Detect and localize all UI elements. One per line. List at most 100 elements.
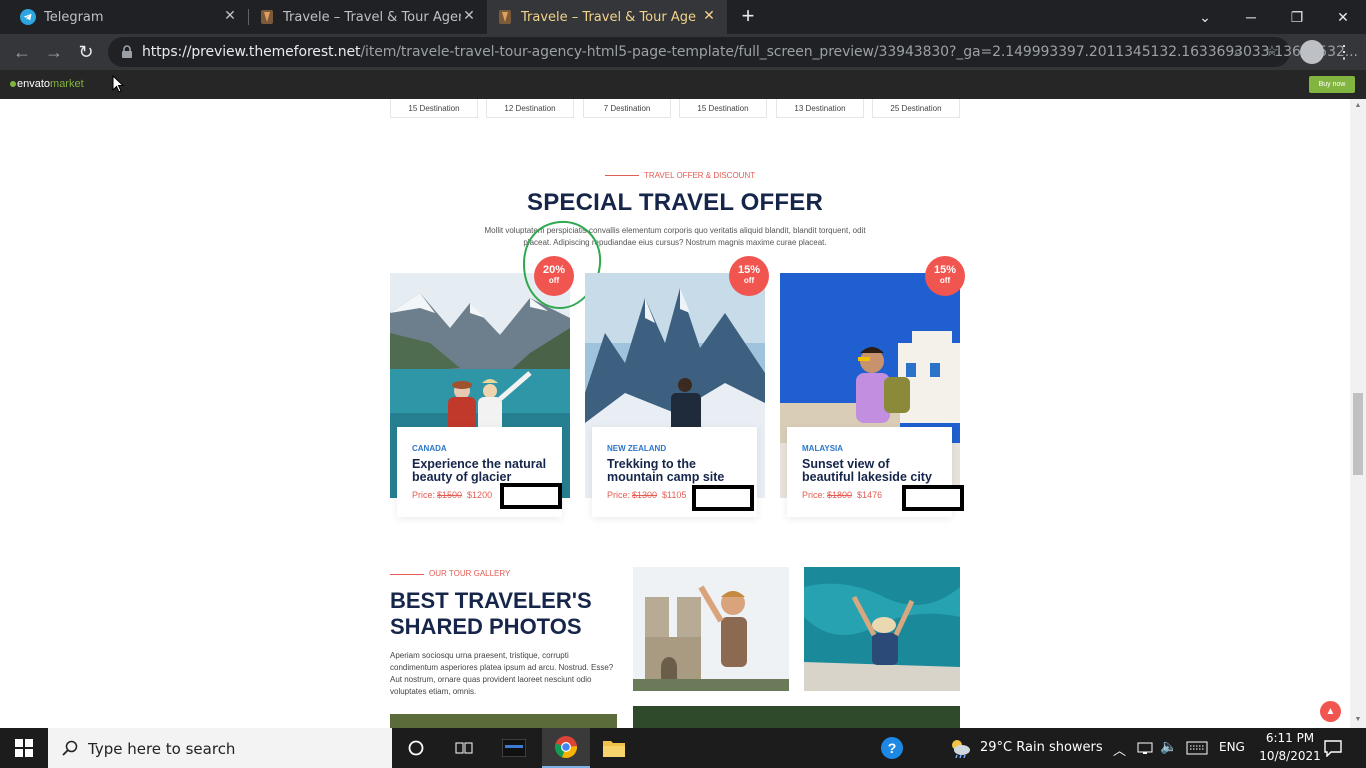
minimize-button[interactable]: ─ bbox=[1228, 0, 1274, 34]
new-price: $1105 bbox=[662, 490, 687, 500]
help-icon[interactable]: ? bbox=[868, 728, 916, 768]
keyboard-icon[interactable] bbox=[1186, 741, 1208, 755]
gallery-photo-notre-dame[interactable] bbox=[633, 567, 789, 691]
tab-telegram[interactable]: Telegram ✕ bbox=[0, 0, 248, 34]
weather-text[interactable]: 29°C Rain showers bbox=[980, 740, 1103, 755]
tab-title: Travele – Travel & Tour Agency H bbox=[283, 9, 461, 25]
tab-title: Telegram bbox=[44, 9, 104, 25]
gallery-description: Aperiam sociosqu urna praesent, tristiqu… bbox=[390, 651, 614, 696]
windows-taskbar: Type here to search ? 29°C Rain showers … bbox=[0, 728, 1366, 768]
close-icon[interactable]: ✕ bbox=[222, 8, 238, 24]
start-button[interactable] bbox=[0, 728, 48, 768]
new-tab-button[interactable]: + bbox=[736, 5, 760, 28]
svg-text:?: ? bbox=[888, 740, 897, 756]
notre-dame-photo bbox=[633, 567, 789, 691]
scroll-down-icon[interactable]: ▼ bbox=[1353, 715, 1363, 725]
gallery-photo-forest[interactable] bbox=[390, 714, 617, 728]
network-icon[interactable] bbox=[1137, 741, 1153, 755]
weather-icon[interactable] bbox=[948, 738, 972, 758]
destination-box[interactable]: 7 Destination bbox=[583, 99, 671, 118]
tab-travele-1[interactable]: Travele – Travel & Tour Agency H ✕ bbox=[249, 0, 487, 34]
close-icon[interactable]: ✕ bbox=[461, 8, 477, 24]
search-icon bbox=[62, 740, 78, 756]
envato-logo[interactable]: envatomarket bbox=[10, 78, 84, 90]
price-label: Price: bbox=[607, 490, 631, 500]
discount-badge: 15% off bbox=[925, 256, 965, 296]
card-title[interactable]: Trekking to the mountain camp site bbox=[607, 458, 742, 484]
eyebrow-line bbox=[605, 175, 639, 176]
page-scrollbar[interactable]: ▲ ▼ bbox=[1350, 99, 1366, 728]
clock-date[interactable]: 10/8/2021 bbox=[1256, 749, 1324, 763]
gallery-photo-coast[interactable] bbox=[804, 567, 960, 691]
mouse-cursor-icon bbox=[112, 75, 124, 93]
card-title[interactable]: Sunset view of beautiful lakeside city bbox=[802, 458, 937, 484]
destination-box[interactable]: 13 Destination bbox=[776, 99, 864, 118]
forward-icon[interactable]: → bbox=[42, 40, 66, 64]
badge-percent: 15% bbox=[933, 264, 957, 276]
offer-eyebrow: TRAVEL OFFER & DISCOUNT bbox=[644, 171, 756, 180]
restore-button[interactable]: ❐ bbox=[1274, 0, 1320, 34]
redaction-box bbox=[500, 483, 562, 509]
envato-logo-text: envato bbox=[17, 78, 51, 90]
card-country: MALAYSIA bbox=[802, 444, 844, 453]
clock-time[interactable]: 6:11 PM bbox=[1261, 731, 1319, 745]
taskbar-search-box[interactable]: Type here to search bbox=[48, 728, 392, 768]
tab-search-icon[interactable]: ⌄ bbox=[1182, 0, 1228, 34]
card-country: NEW ZEALAND bbox=[607, 444, 667, 453]
notification-icon[interactable] bbox=[1324, 739, 1342, 757]
old-price: $1500 bbox=[437, 490, 463, 500]
card-country: CANADA bbox=[412, 444, 447, 453]
task-view-icon[interactable] bbox=[440, 728, 488, 768]
envato-market-text: market bbox=[50, 78, 84, 90]
windows-logo-icon bbox=[15, 739, 33, 757]
destination-box[interactable]: 15 Destination bbox=[390, 99, 478, 118]
badge-percent: 15% bbox=[737, 264, 761, 276]
redaction-box bbox=[692, 485, 754, 511]
back-icon[interactable]: ← bbox=[10, 40, 34, 64]
search-placeholder: Type here to search bbox=[88, 740, 236, 758]
close-window-button[interactable]: ✕ bbox=[1320, 0, 1366, 34]
tab-title: Travele – Travel & Tour Agency H bbox=[521, 9, 697, 25]
volume-icon[interactable]: 🔈 bbox=[1160, 739, 1177, 755]
web-page: 15 Destination 12 Destination 7 Destinat… bbox=[0, 99, 1350, 728]
coast-photo bbox=[804, 567, 960, 691]
zoom-icon[interactable]: ⌕ bbox=[1230, 44, 1246, 60]
discount-badge: 15% off bbox=[729, 256, 769, 296]
destination-box[interactable]: 15 Destination bbox=[679, 99, 767, 118]
travele-favicon-icon bbox=[499, 10, 511, 24]
gallery-photo-trees[interactable] bbox=[633, 706, 960, 728]
scroll-thumb[interactable] bbox=[1353, 393, 1363, 475]
profile-avatar[interactable] bbox=[1300, 40, 1324, 64]
new-price: $1476 bbox=[857, 490, 883, 500]
lock-icon bbox=[122, 45, 132, 58]
chevron-up-icon[interactable]: ︿ bbox=[1113, 740, 1126, 759]
app-icon[interactable] bbox=[490, 728, 538, 768]
destination-box[interactable]: 25 Destination bbox=[872, 99, 960, 118]
url-input[interactable]: https://preview.themeforest.net/item/tra… bbox=[108, 37, 1358, 67]
close-icon[interactable]: ✕ bbox=[701, 8, 717, 24]
cortana-icon[interactable] bbox=[392, 728, 440, 768]
old-price: $1800 bbox=[827, 490, 853, 500]
url-text: https://preview.themeforest.net/item/tra… bbox=[142, 44, 1358, 60]
offer-title: SPECIAL TRAVEL OFFER bbox=[526, 189, 824, 216]
buy-now-button[interactable]: Buy now bbox=[1309, 76, 1355, 93]
card-title[interactable]: Experience the natural beauty of glacier bbox=[412, 458, 547, 484]
bookmark-star-icon[interactable]: ☆ bbox=[1264, 44, 1280, 60]
url-path: /item/travele-travel-tour-agency-html5-p… bbox=[360, 44, 1358, 60]
address-bar: ← → ↻ https://preview.themeforest.net/it… bbox=[0, 34, 1366, 70]
scroll-up-icon[interactable]: ▲ bbox=[1353, 101, 1363, 111]
tab-travele-active[interactable]: Travele – Travel & Tour Agency H ✕ bbox=[487, 0, 727, 34]
file-explorer-icon[interactable] bbox=[590, 728, 638, 768]
tab-strip: Telegram ✕ Travele – Travel & Tour Agenc… bbox=[0, 0, 1366, 34]
destination-box[interactable]: 12 Destination bbox=[486, 99, 574, 118]
envato-bar: envatomarket Buy now bbox=[0, 70, 1366, 99]
scroll-to-top-button[interactable]: ▲ bbox=[1320, 701, 1341, 722]
chrome-icon[interactable] bbox=[542, 728, 590, 768]
badge-off: off bbox=[743, 276, 755, 285]
redaction-box bbox=[902, 485, 964, 511]
reload-icon[interactable]: ↻ bbox=[74, 40, 98, 64]
badge-off: off bbox=[939, 276, 951, 285]
url-domain: https://preview.themeforest.net bbox=[142, 44, 361, 60]
language-indicator[interactable]: ENG bbox=[1219, 740, 1245, 754]
menu-dots-icon[interactable]: ⋮ bbox=[1334, 40, 1354, 64]
